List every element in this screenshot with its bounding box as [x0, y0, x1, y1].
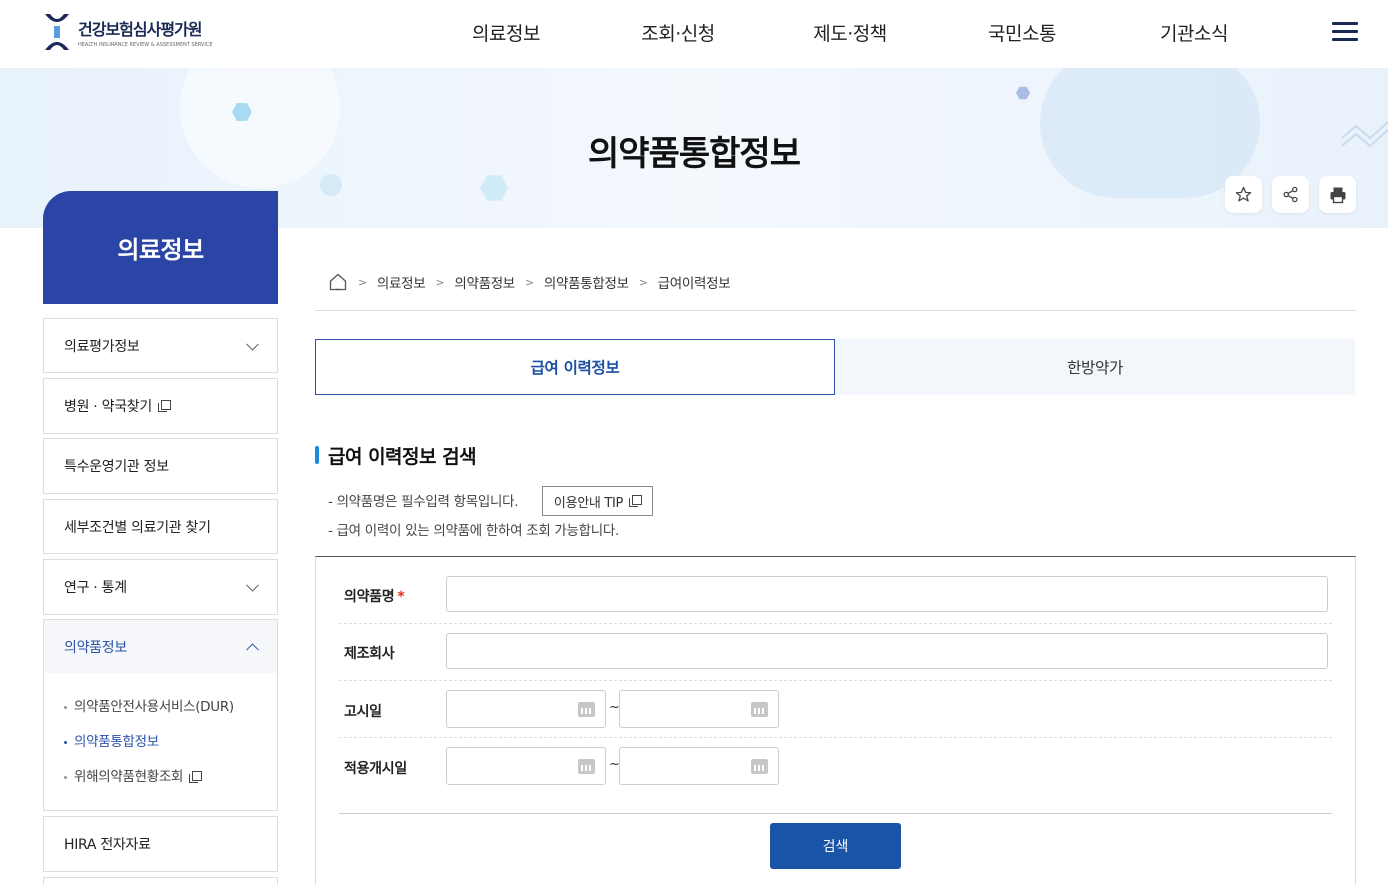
tab-benefit-history[interactable]: 급여 이력정보 — [315, 339, 835, 395]
sidebar-item-drug-info[interactable]: 의약품정보 — [43, 619, 278, 674]
favorite-button[interactable] — [1225, 176, 1262, 213]
notice-date-start-input[interactable] — [446, 690, 606, 728]
sidebar-item-label: 세부조건별 의료기관 찾기 — [64, 519, 211, 536]
calendar-icon[interactable] — [751, 759, 768, 774]
sidebar-item-label: 의약품정보 — [64, 639, 127, 656]
global-nav: 의료정보 조회·신청 제도·정책 국민소통 기관소식 — [420, 0, 1280, 68]
logo-sub: HEALTH INSURANCE REVIEW & ASSESSMENT SER… — [78, 42, 213, 48]
breadcrumb: > 의료정보 > 의약품정보 > 의약품통합정보 > 급여이력정보 — [328, 272, 731, 292]
chevron-right-icon: > — [435, 275, 445, 289]
form-bottom-divider — [339, 813, 1332, 814]
nav-item-medical-info[interactable]: 의료정보 — [420, 0, 592, 68]
calendar-icon[interactable] — [751, 702, 768, 717]
chevron-right-icon: > — [638, 275, 648, 289]
notice-date-end-input[interactable] — [619, 690, 779, 728]
tip-button-label: 이용안내 TIP — [553, 495, 624, 511]
hexagon-decoration — [480, 175, 508, 201]
row-divider — [339, 623, 1332, 624]
submenu-item-drug-integrated[interactable]: 의약품통합정보 — [64, 728, 277, 763]
apply-date-end-input[interactable] — [619, 747, 779, 785]
submenu-item-label: 위해의약품현황조회 — [74, 769, 184, 785]
star-icon — [1235, 186, 1252, 202]
tab-herbal-price[interactable]: 한방약가 — [835, 339, 1355, 395]
guide-note: - 의약품명은 필수입력 항목입니다. — [328, 494, 519, 510]
hexagon-decoration — [1016, 86, 1030, 100]
nav-item-inquiry[interactable]: 조회·신청 — [592, 0, 764, 68]
share-icon — [1283, 186, 1298, 203]
submenu-item-dur[interactable]: 의약품안전사용서비스(DUR) — [64, 693, 277, 728]
notice-date-label: 고시일 — [344, 704, 382, 720]
sidebar-item-medical-evaluation[interactable]: 의료평가정보 — [43, 318, 278, 373]
required-mark: * — [397, 589, 405, 605]
page-title: 의약품통합정보 — [588, 134, 801, 174]
chevron-down-icon — [246, 578, 259, 592]
drug-name-label: 의약품명 * — [344, 586, 405, 606]
print-icon — [1330, 187, 1345, 203]
sidebar-submenu: 의약품안전사용서비스(DUR) 의약품통합정보 위해의약품현황조회 — [43, 673, 278, 811]
chevron-up-icon — [246, 642, 259, 656]
logo-name: 건강보험심사평가원 — [78, 20, 202, 39]
apply-date-label: 적용개시일 — [344, 761, 407, 777]
calendar-icon[interactable] — [578, 702, 595, 717]
sidebar-item-hira-data[interactable]: HIRA 전자자료 — [43, 816, 278, 872]
sidebar-item-label: 병원 · 약국찾기 — [64, 399, 152, 415]
drug-name-input[interactable] — [446, 576, 1328, 612]
manufacturer-label: 제조회사 — [344, 646, 395, 662]
sidebar-item-research-stats[interactable]: 연구 · 통계 — [43, 559, 278, 615]
header: 건강보험심사평가원 HEALTH INSURANCE REVIEW & ASSE… — [0, 0, 1388, 68]
hamburger-menu-icon[interactable] — [1332, 22, 1358, 44]
sidebar-item-label: HIRA 전자자료 — [64, 837, 151, 853]
manufacturer-input[interactable] — [446, 633, 1328, 669]
nav-item-policy[interactable]: 제도·정책 — [764, 0, 936, 68]
drug-name-label-text: 의약품명 — [344, 589, 395, 605]
logo-icon — [45, 14, 69, 50]
page-tools — [1225, 176, 1356, 213]
sidebar-title: 의료정보 — [43, 191, 278, 304]
usage-tip-button[interactable]: 이용안내 TIP — [542, 486, 653, 516]
calendar-icon[interactable] — [578, 759, 595, 774]
row-divider — [339, 737, 1332, 738]
breadcrumb-item[interactable]: 의약품통합정보 — [544, 272, 629, 292]
print-button[interactable] — [1319, 176, 1356, 213]
breadcrumb-item[interactable]: 의료정보 — [377, 272, 426, 292]
divider — [315, 310, 1356, 311]
new-window-icon — [189, 771, 203, 783]
sidebar-item-label: 특수운영기관 정보 — [64, 459, 169, 475]
section-title: 급여 이력정보 검색 — [315, 442, 477, 469]
nav-item-news[interactable]: 기관소식 — [1108, 0, 1280, 68]
circle-decoration — [320, 174, 342, 196]
new-window-icon — [629, 495, 643, 507]
sidebar-item-special-institutions[interactable]: 특수운영기관 정보 — [43, 438, 278, 494]
sidebar-item-hospital-pharmacy[interactable]: 병원 · 약국찾기 — [43, 378, 278, 434]
share-button[interactable] — [1272, 176, 1309, 213]
nav-item-communication[interactable]: 국민소통 — [936, 0, 1108, 68]
sidebar-item-next[interactable] — [43, 877, 278, 885]
guide-note: - 급여 이력이 있는 의약품에 한하여 조회 가능합니다. — [328, 523, 620, 539]
sidebar-item-label: 연구 · 통계 — [64, 580, 127, 596]
breadcrumb-item[interactable]: 의약품정보 — [454, 272, 515, 292]
chevron-right-icon: > — [524, 275, 534, 289]
chevron-down-icon — [246, 337, 259, 351]
submenu-item-hazardous-drugs[interactable]: 위해의약품현황조회 — [64, 763, 277, 798]
home-icon[interactable] — [328, 272, 348, 292]
chevron-right-icon: > — [358, 275, 367, 289]
apply-date-start-input[interactable] — [446, 747, 606, 785]
submenu-item-label: 의약품통합정보 — [74, 734, 159, 750]
new-window-icon — [157, 400, 171, 412]
submenu-item-label: 의약품안전사용서비스(DUR) — [74, 699, 234, 715]
row-divider — [339, 680, 1332, 681]
site-logo[interactable]: 건강보험심사평가원 HEALTH INSURANCE REVIEW & ASSE… — [42, 12, 212, 52]
sidebar-item-label: 의료평가정보 — [64, 338, 140, 355]
breadcrumb-current: 급여이력정보 — [657, 276, 731, 292]
sidebar-item-detailed-search[interactable]: 세부조건별 의료기관 찾기 — [43, 499, 278, 554]
search-button[interactable]: 검색 — [770, 823, 901, 869]
